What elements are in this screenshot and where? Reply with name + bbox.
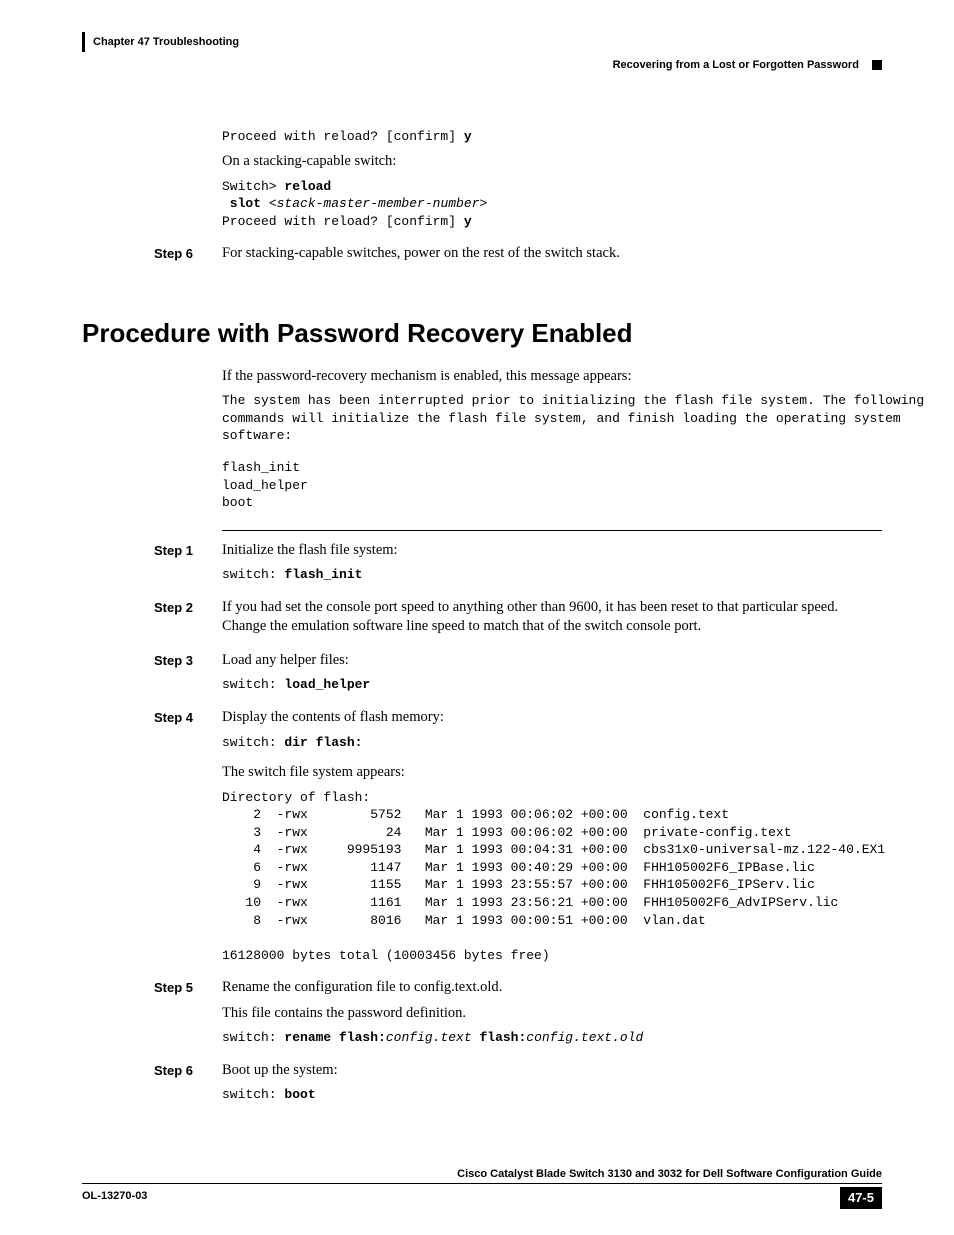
code-block: Switch> reload slot <stack-master-member… bbox=[222, 178, 882, 231]
page: Chapter 47 Troubleshooting Recovering fr… bbox=[0, 0, 954, 1235]
code-line: switch: boot bbox=[222, 1086, 882, 1104]
step-text: Load any helper files: bbox=[222, 651, 882, 671]
section-breadcrumb: Recovering from a Lost or Forgotten Pass… bbox=[82, 58, 882, 73]
code-line: Proceed with reload? [confirm] y bbox=[222, 128, 882, 146]
paragraph: If the password-recovery mechanism is en… bbox=[222, 367, 882, 387]
step-label: Step 3 bbox=[82, 651, 222, 670]
step-body: Boot up the system: switch: boot bbox=[222, 1061, 882, 1104]
step-body: Load any helper files: switch: load_help… bbox=[222, 651, 882, 694]
running-header: Chapter 47 Troubleshooting bbox=[82, 32, 882, 52]
step-text: For stacking-capable switches, power on … bbox=[222, 245, 620, 261]
section-title: Procedure with Password Recovery Enabled bbox=[82, 316, 882, 351]
step-body: Initialize the flash file system: switch… bbox=[222, 541, 882, 584]
step-row: Step 2 If you had set the console port s… bbox=[82, 598, 882, 637]
step-body: If you had set the console port speed to… bbox=[222, 598, 882, 637]
command-list: flash_init load_helper boot bbox=[222, 459, 882, 512]
step-body: Display the contents of flash memory: sw… bbox=[222, 708, 885, 964]
page-footer: Cisco Catalyst Blade Switch 3130 and 303… bbox=[82, 1167, 882, 1209]
step-text: If you had set the console port speed to… bbox=[222, 598, 882, 637]
step-label: Step 6 bbox=[82, 244, 222, 263]
step-label: Step 6 bbox=[82, 1061, 222, 1080]
step-label: Step 4 bbox=[82, 708, 222, 727]
page-number: 47-5 bbox=[840, 1187, 882, 1209]
step-subtext: The switch file system appears: bbox=[222, 763, 885, 783]
system-message: The system has been interrupted prior to… bbox=[222, 392, 882, 445]
step-row: Step 5 Rename the configuration file to … bbox=[82, 978, 882, 1047]
section-name: Recovering from a Lost or Forgotten Pass… bbox=[613, 59, 859, 71]
step-label: Step 1 bbox=[82, 541, 222, 560]
step-body: Rename the configuration file to config.… bbox=[222, 978, 882, 1047]
code-line: switch: dir flash: bbox=[222, 734, 885, 752]
step-row: Step 6 For stacking-capable switches, po… bbox=[82, 244, 882, 264]
step-text: Boot up the system: bbox=[222, 1061, 882, 1081]
step-row: Step 4 Display the contents of flash mem… bbox=[82, 708, 882, 964]
step-label: Step 5 bbox=[82, 978, 222, 997]
footer-bar: OL-13270-03 47-5 bbox=[82, 1187, 882, 1209]
step-label: Step 2 bbox=[82, 598, 222, 617]
step-row: Step 3 Load any helper files: switch: lo… bbox=[82, 651, 882, 694]
code-line: switch: load_helper bbox=[222, 676, 882, 694]
step-row: Step 6 Boot up the system: switch: boot bbox=[82, 1061, 882, 1104]
content-area: Proceed with reload? [confirm] y On a st… bbox=[82, 128, 882, 1104]
intro-text: On a stacking-capable switch: bbox=[222, 152, 882, 172]
intro-block: Proceed with reload? [confirm] y On a st… bbox=[222, 128, 882, 230]
code-line: switch: rename flash:config.text flash:c… bbox=[222, 1029, 882, 1047]
step-body: For stacking-capable switches, power on … bbox=[222, 244, 882, 264]
step-row: Step 1 Initialize the flash file system:… bbox=[82, 541, 882, 584]
enabled-intro: If the password-recovery mechanism is en… bbox=[222, 367, 882, 531]
divider bbox=[222, 530, 882, 531]
guide-title: Cisco Catalyst Blade Switch 3130 and 303… bbox=[82, 1167, 882, 1185]
step-text: Initialize the flash file system: bbox=[222, 541, 882, 561]
doc-number: OL-13270-03 bbox=[82, 1187, 147, 1209]
chapter-label: Chapter 47 Troubleshooting bbox=[93, 36, 239, 48]
step-subtext: This file contains the password definiti… bbox=[222, 1004, 882, 1024]
flash-listing: Directory of flash: 2 -rwx 5752 Mar 1 19… bbox=[222, 789, 885, 964]
step-text: Rename the configuration file to config.… bbox=[222, 978, 882, 998]
code-line: switch: flash_init bbox=[222, 566, 882, 584]
step-text: Display the contents of flash memory: bbox=[222, 708, 885, 728]
section-marker-icon bbox=[872, 60, 882, 70]
